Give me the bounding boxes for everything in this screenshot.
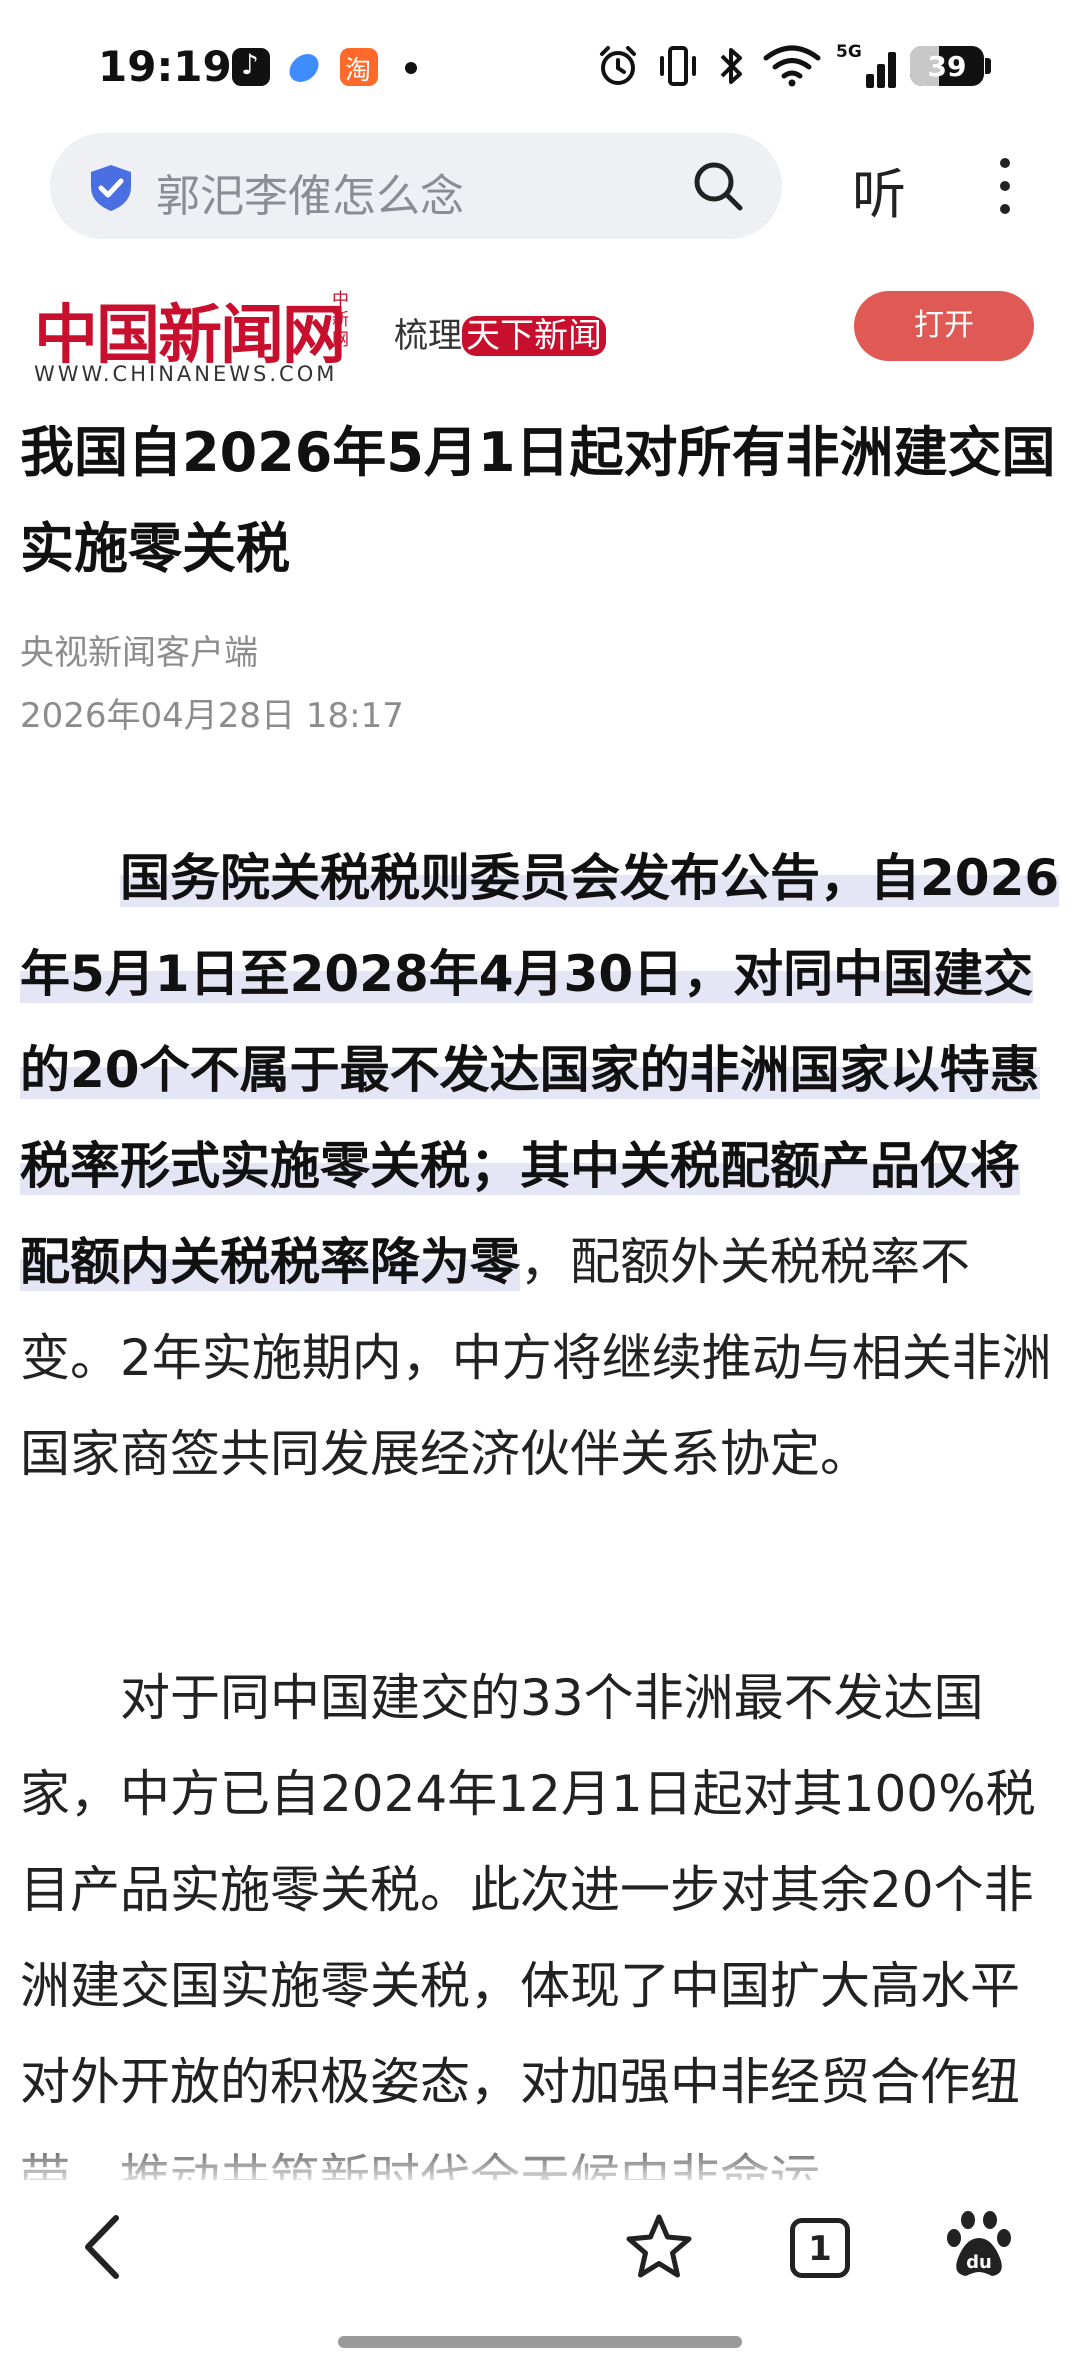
article-source[interactable]: 央视新闻客户端 xyxy=(20,625,258,674)
wifi-icon xyxy=(763,45,821,87)
signal-5g-icon xyxy=(848,48,898,88)
more-menu-icon[interactable] xyxy=(990,152,1020,220)
logo-url: WWW.CHINANEWS.COM xyxy=(34,362,338,386)
battery-percent: 39 xyxy=(927,50,967,83)
search-query[interactable]: 郭汜李傕怎么念 xyxy=(156,160,464,224)
site-slogan: 梳理 天下新闻 xyxy=(394,308,606,357)
baidu-paw-icon[interactable]: du xyxy=(946,2210,1012,2280)
slogan-part-b: 天下新闻 xyxy=(462,316,606,356)
alarm-icon xyxy=(600,46,636,85)
search-bar[interactable]: 郭汜李傕怎么念 xyxy=(50,133,782,239)
search-icon[interactable] xyxy=(690,158,746,214)
listen-button[interactable]: 听 xyxy=(852,150,906,229)
tiktok-icon xyxy=(232,48,270,86)
star-icon[interactable] xyxy=(624,2212,694,2282)
open-app-button[interactable]: 打开 xyxy=(854,291,1034,361)
status-bar: 19:19 5G 39 xyxy=(0,0,1080,130)
bluetooth-icon xyxy=(720,48,742,84)
back-icon[interactable] xyxy=(78,2212,128,2282)
chinanews-logo[interactable]: 中国新闻网 中新网 WWW.CHINANEWS.COM xyxy=(30,284,370,394)
taobao-icon xyxy=(340,48,378,87)
tabs-icon[interactable]: 1 xyxy=(790,2218,850,2278)
paragraph-1-highlight: 国务院关税税则委员会发布公告，自2026年5月1日至2028年4月30日，对同中… xyxy=(20,849,1060,1291)
status-time: 19:19 xyxy=(98,42,232,91)
battery-icon: 39 xyxy=(910,46,984,86)
logo-side-text: 中新网 xyxy=(332,290,349,350)
article-date: 2026年04月28日 18:17 xyxy=(20,696,404,736)
home-indicator[interactable] xyxy=(338,2336,742,2348)
battery-tip xyxy=(985,58,991,74)
article-title: 我国自2026年5月1日起对所有非洲建交国实施零关税 xyxy=(20,421,1056,580)
paragraph-2-text: 对于同中国建交的33个非洲最不发达国家，中方已自2024年12月1日起对其100… xyxy=(20,1669,1036,2207)
dot-icon xyxy=(405,62,417,74)
article-paragraph-1: 国务院关税税则委员会发布公告，自2026年5月1日至2028年4月30日，对同中… xyxy=(20,830,1065,1502)
svg-text:du: du xyxy=(966,2252,992,2273)
slogan-part-a: 梳理 xyxy=(394,316,462,356)
shield-check-icon xyxy=(91,165,131,211)
vibrate-icon xyxy=(660,46,696,86)
blue-app-icon xyxy=(286,54,322,82)
